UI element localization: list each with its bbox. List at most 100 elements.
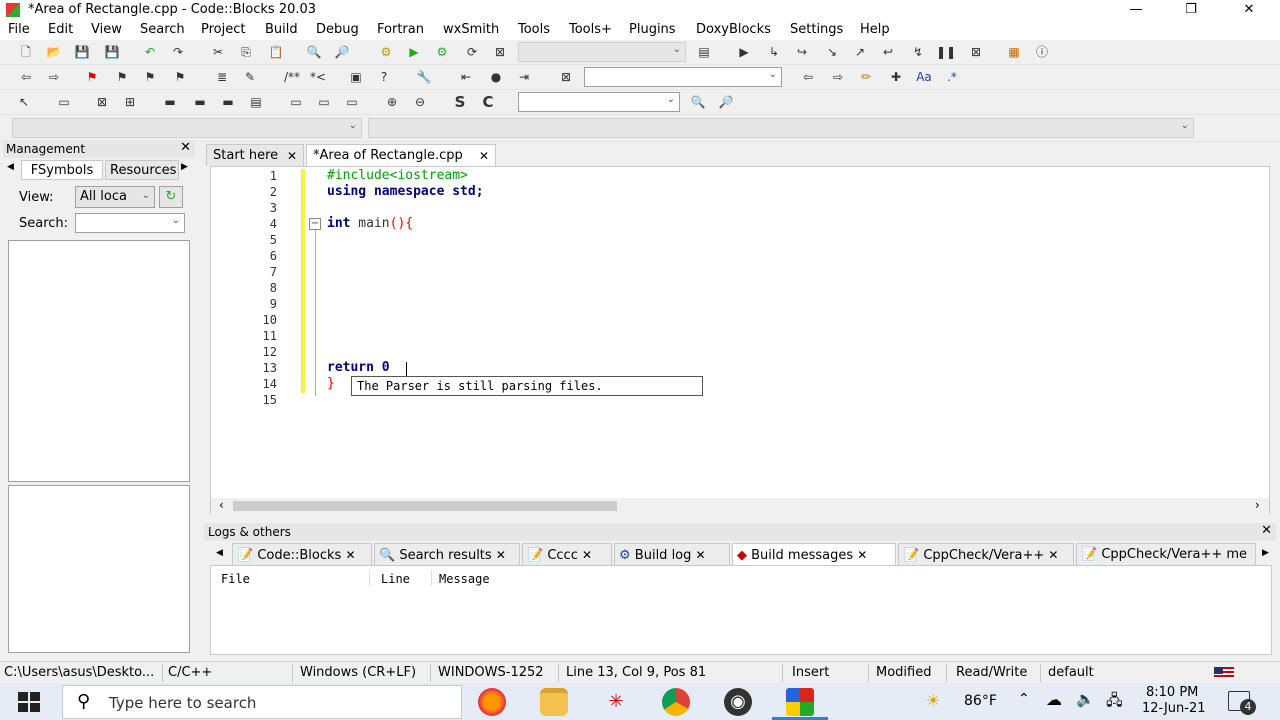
- menu-wxsmith[interactable]: wxSmith: [443, 22, 499, 37]
- firefox-icon[interactable]: [478, 688, 506, 716]
- zoom-in-icon[interactable]: ⊕: [382, 93, 402, 111]
- network-icon[interactable]: 🖧: [1106, 690, 1123, 715]
- next-function-icon[interactable]: ⇥: [514, 68, 534, 86]
- maximize-button[interactable]: ❐: [1168, 0, 1214, 20]
- menu-plugins[interactable]: Plugins: [629, 22, 676, 37]
- find-options-icon[interactable]: 🔎: [716, 93, 736, 111]
- menu-edit[interactable]: Edit: [48, 22, 73, 37]
- paste-icon[interactable]: 📋: [266, 43, 286, 61]
- weather-temp[interactable]: 86°F: [964, 693, 997, 709]
- function-select[interactable]: ⌄: [584, 67, 782, 87]
- clear-icon[interactable]: ⊠: [556, 68, 576, 86]
- menu-search[interactable]: Search: [140, 22, 185, 37]
- build-target-select[interactable]: ⌄: [518, 42, 686, 62]
- thesaurus-icon[interactable]: Aa: [914, 68, 934, 86]
- menu-view[interactable]: View: [91, 22, 122, 37]
- close-tab-icon[interactable]: ✕: [496, 548, 506, 562]
- obs-icon[interactable]: ◉: [724, 688, 752, 716]
- tab-scroll-right-icon[interactable]: ▶: [181, 162, 188, 172]
- chevron-up-icon[interactable]: ⌃: [1018, 691, 1030, 707]
- file-explorer-icon[interactable]: [540, 688, 568, 716]
- undo-icon[interactable]: ↶: [140, 43, 160, 61]
- menu-settings[interactable]: Settings: [790, 22, 843, 37]
- new-file-icon[interactable]: 🗋: [16, 43, 36, 61]
- tab-build-log[interactable]: ⚙ Build log ✕: [614, 543, 730, 565]
- taskbar-search[interactable]: ⚲ Type here to search: [62, 685, 462, 719]
- widget-row-4-icon[interactable]: ▤: [246, 93, 266, 111]
- view-select[interactable]: All loca ⌄: [75, 186, 155, 208]
- uncomment-icon[interactable]: *<: [306, 68, 330, 86]
- next-instruction-icon[interactable]: ↩: [878, 43, 898, 61]
- tab-cppcheck[interactable]: 📝 CppCheck/Vera++ ✕: [898, 543, 1074, 565]
- regex-icon[interactable]: .*: [942, 68, 962, 86]
- pointer-icon[interactable]: ↖: [14, 93, 34, 111]
- copy-icon[interactable]: ⎘: [236, 43, 256, 61]
- widget-panel-icon[interactable]: ⊠: [92, 93, 112, 111]
- jump-back-icon[interactable]: ⇦: [16, 68, 36, 86]
- tab-codeblocks-log[interactable]: 📝 Code::Blocks ✕: [232, 543, 372, 565]
- spell-check-icon[interactable]: ✚: [886, 68, 906, 86]
- s-icon[interactable]: S: [450, 93, 470, 111]
- build-run-icon[interactable]: ⚙: [432, 43, 452, 61]
- wrench-icon[interactable]: 🔧: [414, 68, 434, 86]
- doxy-extract-icon[interactable]: ▣: [346, 68, 366, 86]
- logs-tab-scroll-right-icon[interactable]: ▶: [1262, 548, 1269, 558]
- column-line[interactable]: Line: [381, 572, 410, 586]
- windows-start-icon[interactable]: [18, 692, 40, 712]
- chrome-icon[interactable]: [662, 688, 690, 716]
- menu-doxyblocks[interactable]: DoxyBlocks: [696, 22, 771, 37]
- close-tab-icon[interactable]: ✕: [1048, 548, 1058, 562]
- widget-col-3-icon[interactable]: ▭: [342, 93, 362, 111]
- forward-icon[interactable]: ⇨: [828, 68, 848, 86]
- widget-col-1-icon[interactable]: ▭: [286, 93, 306, 111]
- scroll-right-icon[interactable]: ›: [1255, 498, 1260, 512]
- tab-search-results[interactable]: 🔍 Search results ✕: [374, 543, 520, 565]
- scope-select[interactable]: ⌄: [12, 118, 362, 138]
- doxy-help-icon[interactable]: ?: [374, 68, 394, 86]
- close-tab-icon[interactable]: ✕: [582, 548, 592, 562]
- fold-minus-icon[interactable]: −: [309, 218, 321, 230]
- find-icon[interactable]: 🔍: [304, 43, 324, 61]
- snipping-tool-icon[interactable]: ✳: [602, 688, 630, 716]
- rebuild-icon[interactable]: ⟳: [462, 43, 482, 61]
- pause-icon[interactable]: ❚❚: [936, 43, 956, 61]
- symbol-search-input[interactable]: ⌄: [75, 213, 185, 233]
- widget-row-1-icon[interactable]: ▬: [160, 93, 180, 111]
- tab-build-messages[interactable]: ◆ Build messages ✕: [732, 543, 896, 565]
- symbol-select[interactable]: ⌄: [368, 118, 1194, 138]
- match-brace-icon[interactable]: ≣: [212, 68, 232, 86]
- refresh-icon[interactable]: ↻: [159, 186, 183, 208]
- back-icon[interactable]: ⇦: [798, 68, 818, 86]
- close-tab-icon[interactable]: ✕: [479, 145, 489, 167]
- tab-resources[interactable]: Resources: [105, 160, 179, 180]
- jump-forward-icon[interactable]: ⇨: [44, 68, 64, 86]
- search-select[interactable]: ⌄: [518, 92, 680, 112]
- scroll-thumb[interactable]: [233, 501, 617, 511]
- close-tab-icon[interactable]: ✕: [287, 145, 297, 167]
- menu-help[interactable]: Help: [860, 22, 890, 37]
- column-file[interactable]: File: [221, 572, 250, 586]
- symbols-tree[interactable]: [8, 240, 190, 482]
- zoom-out-icon[interactable]: ⊖: [410, 93, 430, 111]
- symbols-details[interactable]: [8, 485, 190, 653]
- editor-horizontal-scrollbar[interactable]: ‹ ›: [211, 498, 1269, 514]
- tab-scroll-left-icon[interactable]: ◀: [7, 162, 14, 172]
- volume-icon[interactable]: 🔈: [1076, 690, 1095, 708]
- clock-time[interactable]: 8:10 PM: [1146, 685, 1198, 700]
- widget-col-2-icon[interactable]: ▭: [314, 93, 334, 111]
- close-tab-icon[interactable]: ✕: [696, 548, 706, 562]
- debug-windows-icon[interactable]: ▦: [1004, 43, 1024, 61]
- logs-close-icon[interactable]: ✕: [1261, 523, 1272, 538]
- menu-file[interactable]: File: [8, 22, 30, 37]
- step-instruction-icon[interactable]: ↯: [908, 43, 928, 61]
- next-bookmark-icon[interactable]: ⚑: [140, 68, 160, 86]
- close-tab-icon[interactable]: ✕: [857, 548, 867, 562]
- open-file-icon[interactable]: 📂: [44, 43, 64, 61]
- stop-debug-icon[interactable]: ⊠: [966, 43, 986, 61]
- widget-grid-icon[interactable]: ⊞: [120, 93, 140, 111]
- debug-info-icon[interactable]: ⓘ: [1032, 43, 1052, 61]
- tab-cppcheck-messages[interactable]: 📝 CppCheck/Vera++ me: [1076, 543, 1256, 565]
- code-editor[interactable]: − 1 2 3 4 5 6 7 8 9 10 11 12 13 14 15 #i…: [210, 166, 1270, 514]
- logs-tab-scroll-left-icon[interactable]: ◀: [216, 548, 223, 558]
- current-function-icon[interactable]: ●: [486, 68, 506, 86]
